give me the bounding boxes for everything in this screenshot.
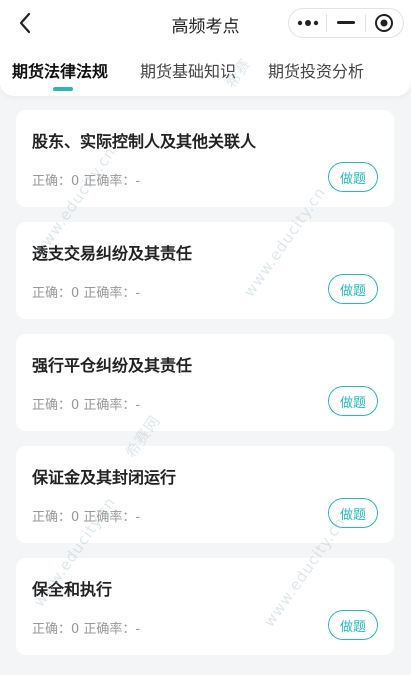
more-button[interactable] bbox=[289, 9, 326, 37]
minimize-icon bbox=[337, 21, 355, 24]
practice-button[interactable]: 做题 bbox=[328, 162, 378, 192]
topic-card: 保证金及其封闭运行 正确：0 正确率：- 做题 bbox=[16, 446, 394, 543]
category-tabs: 期货法律法规 期货基础知识 期货投资分析 bbox=[0, 52, 411, 92]
practice-button[interactable]: 做题 bbox=[328, 386, 378, 416]
topic-stats: 正确：0 正确率：- bbox=[32, 510, 141, 525]
topic-card: 保全和执行 正确：0 正确率：- 做题 bbox=[16, 558, 394, 655]
tab-futures-analysis[interactable]: 期货投资分析 bbox=[268, 58, 364, 82]
topic-title: 保全和执行 bbox=[32, 580, 113, 599]
practice-button[interactable]: 做题 bbox=[328, 498, 378, 528]
active-tab-indicator bbox=[53, 87, 73, 91]
tab-futures-law[interactable]: 期货法律法规 bbox=[12, 58, 108, 82]
target-close-icon bbox=[375, 14, 394, 32]
topic-card: 股东、实际控制人及其他关联人 正确：0 正确率：- 做题 bbox=[16, 110, 394, 207]
topic-title: 强行平仓纠纷及其责任 bbox=[32, 356, 193, 375]
topic-card: 透支交易纠纷及其责任 正确：0 正确率：- 做题 bbox=[16, 222, 394, 319]
top-bar: 高频考点 期货法律法规 期货基础知识 期货投资分析 bbox=[0, 0, 411, 96]
tab-futures-basics[interactable]: 期货基础知识 bbox=[140, 58, 236, 82]
minimize-button[interactable] bbox=[327, 9, 364, 37]
topic-title: 保证金及其封闭运行 bbox=[32, 468, 177, 487]
practice-button[interactable]: 做题 bbox=[328, 610, 378, 640]
topic-card: 强行平仓纠纷及其责任 正确：0 正确率：- 做题 bbox=[16, 334, 394, 431]
topic-stats: 正确：0 正确率：- bbox=[32, 286, 141, 301]
topic-stats: 正确：0 正确率：- bbox=[32, 398, 141, 413]
topic-title: 透支交易纠纷及其责任 bbox=[32, 244, 193, 263]
mini-program-capsule bbox=[288, 8, 404, 38]
topic-stats: 正确：0 正确率：- bbox=[32, 174, 141, 189]
topic-title: 股东、实际控制人及其他关联人 bbox=[32, 132, 257, 151]
practice-button[interactable]: 做题 bbox=[328, 274, 378, 304]
topic-stats: 正确：0 正确率：- bbox=[32, 622, 141, 637]
more-dots-icon bbox=[297, 20, 318, 26]
close-button[interactable] bbox=[366, 9, 403, 37]
